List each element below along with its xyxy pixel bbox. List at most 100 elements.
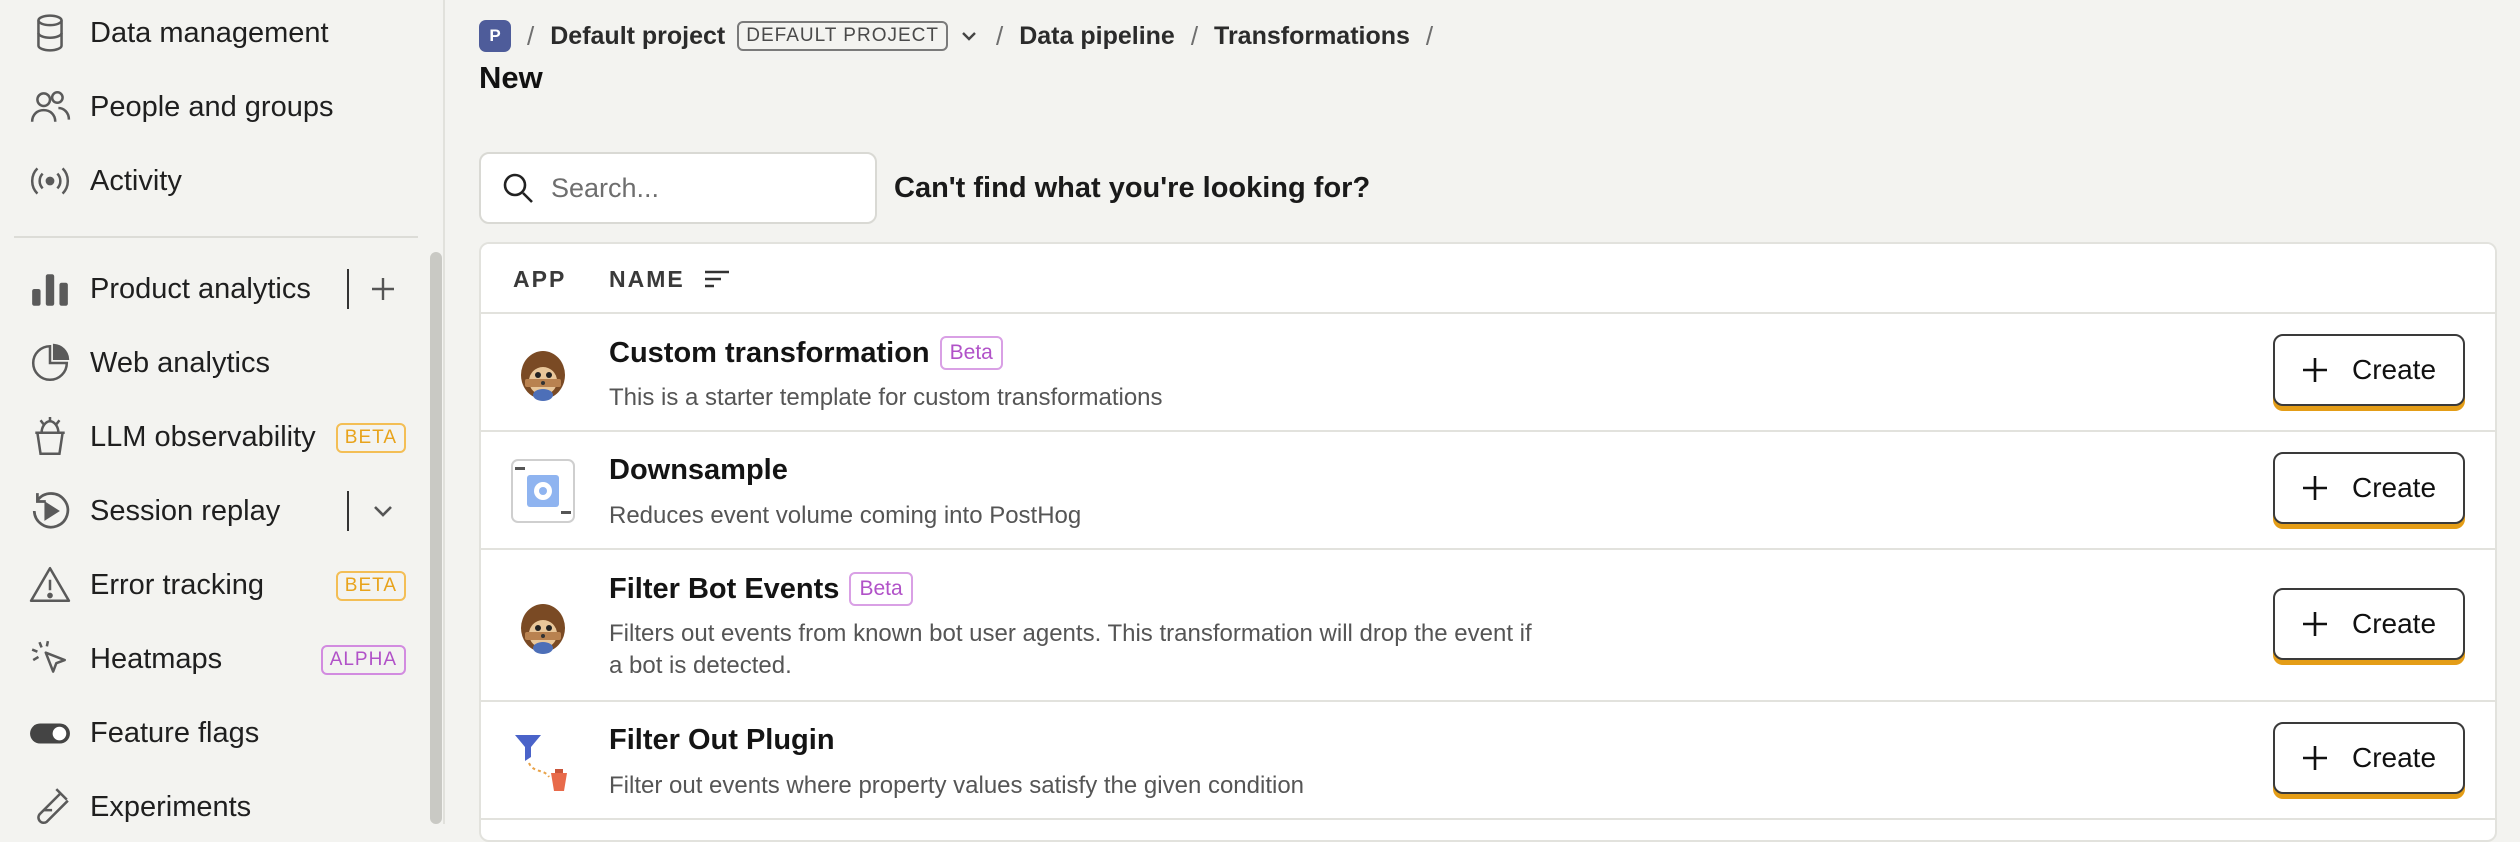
create-button-label: Create bbox=[2351, 472, 2437, 503]
beta-tag: Beta bbox=[939, 336, 1003, 370]
row-description: Reduces event volume coming into PostHog bbox=[609, 502, 1082, 529]
sidebar-item-activity[interactable]: Activity bbox=[28, 153, 414, 209]
broadcast-icon bbox=[28, 159, 72, 203]
sidebar-item-heatmaps[interactable]: Heatmaps ALPHA bbox=[28, 631, 414, 687]
breadcrumb-separator: / bbox=[995, 20, 1004, 51]
chevron-down-icon[interactable] bbox=[958, 25, 980, 47]
database-icon bbox=[28, 11, 72, 55]
sidebar-item-people-and-groups[interactable]: People and groups bbox=[28, 79, 414, 135]
breadcrumb-transformations[interactable]: Transformations bbox=[1214, 22, 1410, 51]
sidebar-item-data-management[interactable]: Data management bbox=[28, 5, 414, 61]
toggle-icon bbox=[28, 711, 72, 755]
hedgehog-cup-icon bbox=[28, 415, 72, 459]
plus-icon bbox=[2302, 358, 2327, 382]
transformations-table: APP NAME Custom transformation Beta This… bbox=[479, 242, 2497, 842]
sidebar-item-label: Data management bbox=[90, 16, 329, 49]
project-avatar[interactable]: P bbox=[479, 20, 511, 52]
sort-icon[interactable] bbox=[703, 266, 731, 292]
flask-icon bbox=[28, 785, 72, 829]
people-icon bbox=[28, 85, 72, 129]
sidebar-item-experiments[interactable]: Experiments bbox=[28, 779, 414, 835]
plus-icon bbox=[2302, 476, 2327, 500]
create-button-label: Create bbox=[2351, 742, 2437, 773]
sidebar-item-label: Web analytics bbox=[90, 346, 270, 379]
plus-icon bbox=[2302, 746, 2327, 770]
project-tag: DEFAULT PROJECT bbox=[737, 21, 948, 51]
row-title-text: Custom transformation bbox=[609, 336, 930, 369]
sidebar-item-web-analytics[interactable]: Web analytics bbox=[28, 335, 414, 391]
table-row: Filter Out Plugin Filter out events wher… bbox=[481, 702, 2495, 820]
downsample-gear-icon bbox=[511, 459, 575, 523]
sidebar-divider bbox=[14, 236, 418, 238]
beta-badge: BETA bbox=[335, 423, 406, 453]
search-icon bbox=[503, 173, 533, 203]
create-button[interactable]: Create bbox=[2273, 588, 2465, 660]
create-button[interactable]: Create bbox=[2273, 334, 2465, 406]
chevron-down-icon bbox=[374, 506, 392, 517]
nav-separator bbox=[347, 491, 349, 531]
row-description: This is a starter template for custom tr… bbox=[609, 384, 1163, 411]
row-title: Filter Bot Events Beta bbox=[609, 572, 913, 606]
create-button-label: Create bbox=[2351, 354, 2437, 385]
row-title: Custom transformation Beta bbox=[609, 336, 1003, 370]
session-replay-expand-button[interactable] bbox=[365, 493, 401, 529]
main-content: P / Default project DEFAULT PROJECT / Da… bbox=[447, 0, 2520, 842]
breadcrumb-separator: / bbox=[1425, 20, 1434, 51]
plus-icon bbox=[372, 278, 394, 300]
sidebar-item-label: Feature flags bbox=[90, 716, 260, 749]
create-button[interactable]: Create bbox=[2273, 452, 2465, 524]
breadcrumb-project[interactable]: Default project bbox=[550, 22, 725, 51]
row-description: Filters out events from known bot user a… bbox=[609, 620, 1532, 679]
search-input[interactable] bbox=[549, 171, 853, 205]
breadcrumb-separator: / bbox=[527, 20, 535, 51]
sidebar-item-product-analytics[interactable]: Product analytics bbox=[28, 261, 414, 317]
cant-find-text: Can't find what you're looking for? bbox=[894, 172, 1371, 204]
row-description: Filter out events where property values … bbox=[609, 772, 1305, 799]
funnel-bucket-icon bbox=[511, 729, 575, 793]
table-header: APP NAME bbox=[481, 244, 2495, 314]
cursor-click-icon bbox=[28, 637, 72, 681]
sidebar-item-session-replay[interactable]: Session replay bbox=[28, 483, 414, 539]
column-header-app: APP bbox=[513, 266, 567, 292]
hedgehog-icon bbox=[511, 341, 575, 405]
replay-icon bbox=[28, 489, 72, 533]
sidebar-item-label: LLM observability bbox=[90, 420, 316, 453]
sidebar-item-label: Session replay bbox=[90, 494, 281, 527]
row-title-text: Filter Bot Events bbox=[609, 572, 840, 605]
sidebar-item-label: Error tracking bbox=[90, 568, 265, 601]
table-row: Downsample Reduces event volume coming i… bbox=[481, 432, 2495, 550]
bar-chart-icon bbox=[28, 267, 72, 311]
hedgehog-icon bbox=[511, 594, 575, 658]
warning-icon bbox=[28, 563, 72, 607]
sidebar-scrollbar-thumb[interactable] bbox=[430, 252, 442, 824]
sidebar-item-label: People and groups bbox=[90, 90, 334, 123]
sidebar-item-label: Experiments bbox=[90, 790, 252, 823]
beta-badge: BETA bbox=[335, 571, 406, 601]
sidebar: Data management People and groups Activi… bbox=[0, 0, 445, 824]
row-title: Downsample bbox=[609, 454, 788, 487]
create-button[interactable]: Create bbox=[2273, 722, 2465, 794]
row-title-text: Filter Out Plugin bbox=[609, 724, 835, 756]
row-title-text: Downsample bbox=[609, 454, 788, 486]
sidebar-item-label: Activity bbox=[90, 164, 182, 197]
sidebar-item-llm-observability[interactable]: LLM observability BETA bbox=[28, 409, 414, 465]
plus-icon bbox=[2302, 612, 2327, 636]
breadcrumb-data-pipeline[interactable]: Data pipeline bbox=[1019, 22, 1175, 51]
nav-separator bbox=[347, 269, 349, 309]
alpha-badge: ALPHA bbox=[320, 645, 406, 675]
sidebar-item-label: Heatmaps bbox=[90, 642, 223, 675]
pie-chart-icon bbox=[28, 341, 72, 385]
row-title: Filter Out Plugin bbox=[609, 724, 835, 757]
table-row: Custom transformation Beta This is a sta… bbox=[481, 314, 2495, 432]
breadcrumb-separator: / bbox=[1190, 20, 1199, 51]
sidebar-item-label: Product analytics bbox=[90, 272, 311, 305]
sidebar-item-feature-flags[interactable]: Feature flags bbox=[28, 705, 414, 761]
add-insight-button[interactable] bbox=[365, 271, 401, 307]
beta-tag: Beta bbox=[849, 572, 913, 606]
sidebar-item-error-tracking[interactable]: Error tracking BETA bbox=[28, 557, 414, 613]
table-row: Filter Bot Events Beta Filters out event… bbox=[481, 550, 2495, 702]
search-box[interactable] bbox=[479, 152, 877, 224]
page-title: New bbox=[479, 60, 543, 95]
column-header-name[interactable]: NAME bbox=[609, 266, 685, 293]
create-button-label: Create bbox=[2351, 608, 2437, 639]
